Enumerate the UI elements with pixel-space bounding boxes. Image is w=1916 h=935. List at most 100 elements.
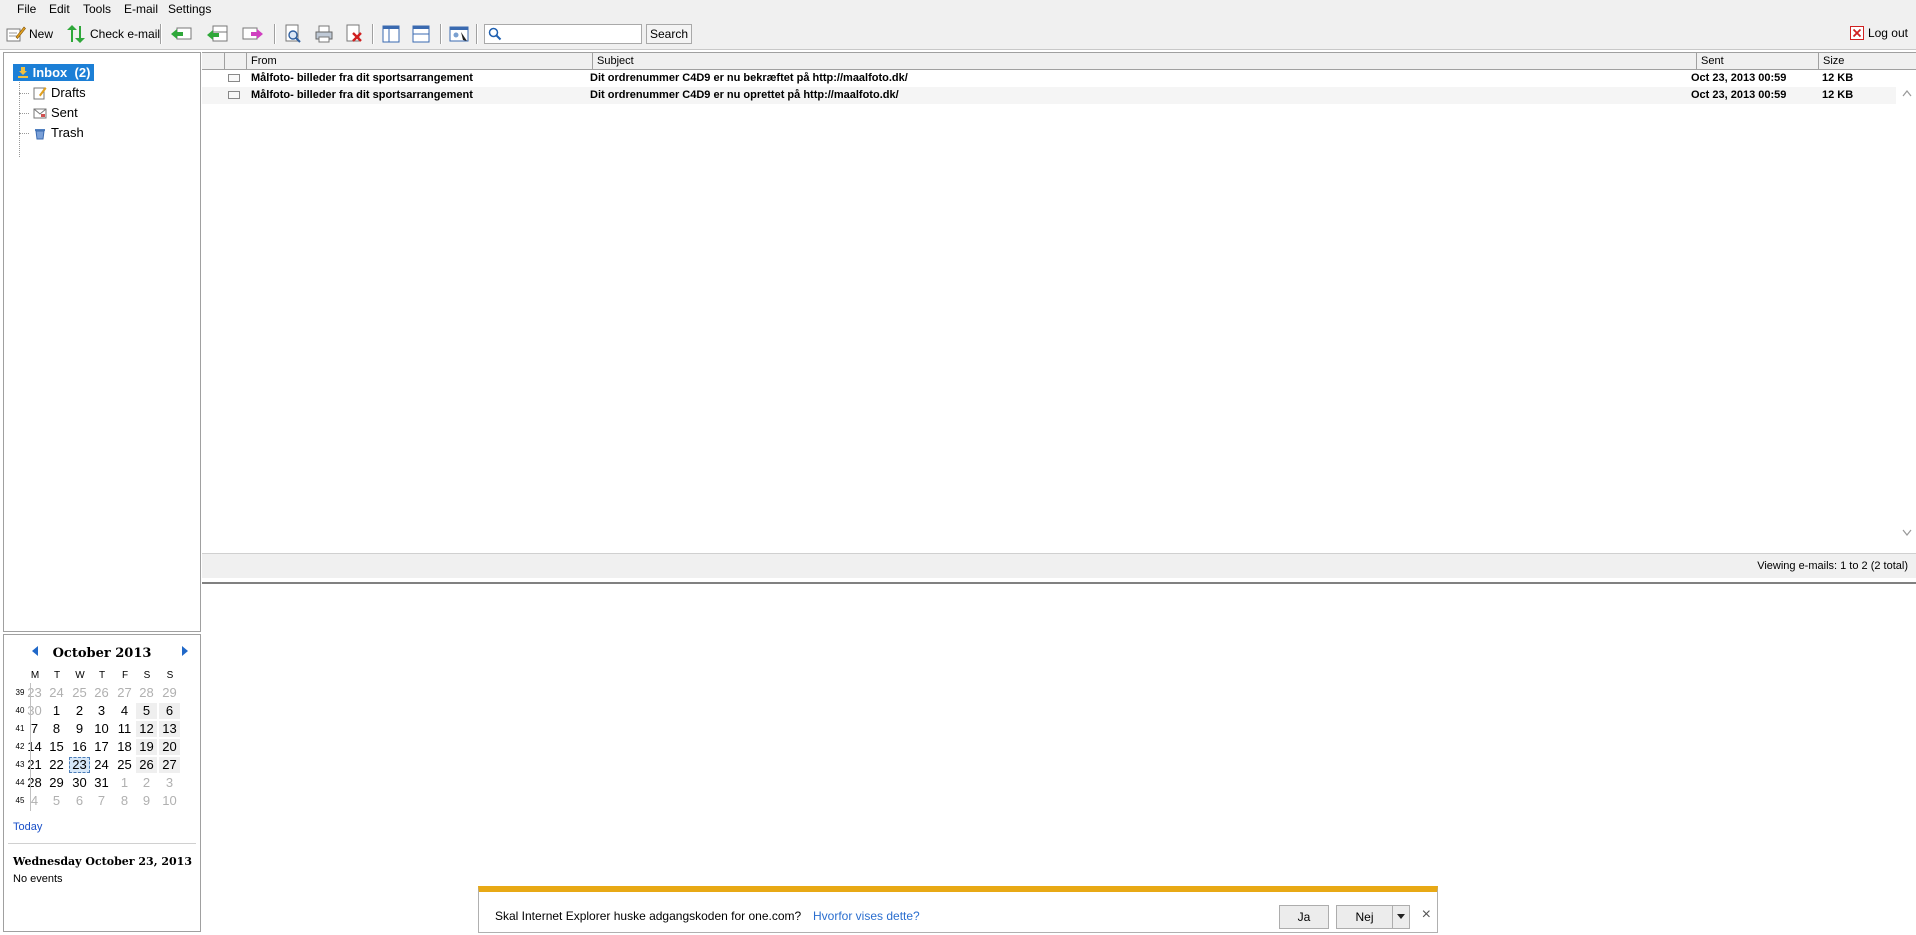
delete-button[interactable] — [343, 23, 365, 45]
calendar-day[interactable]: 4 — [114, 703, 135, 719]
column-subject[interactable]: Subject — [592, 53, 1696, 69]
search-button[interactable]: Search — [646, 24, 692, 44]
calendar-day[interactable]: 2 — [136, 775, 157, 791]
column-select[interactable] — [202, 53, 224, 69]
reply-button[interactable] — [170, 23, 192, 45]
calendar-day[interactable]: 8 — [46, 721, 67, 737]
calendar-day[interactable]: 22 — [46, 757, 67, 773]
calendar-day[interactable]: 12 — [136, 721, 157, 737]
list-scrollbar[interactable] — [1898, 89, 1916, 537]
column-sent[interactable]: Sent — [1696, 53, 1818, 69]
layout-columns-button[interactable] — [380, 23, 402, 45]
calendar-day[interactable]: 20 — [159, 739, 180, 755]
calendar-day[interactable]: 27 — [114, 685, 135, 701]
column-icon[interactable] — [224, 53, 246, 69]
new-button[interactable]: New — [6, 23, 53, 45]
check-email-label: Check e-mail — [90, 27, 161, 41]
calendar-day[interactable]: 31 — [91, 775, 112, 791]
calendar-day[interactable]: 17 — [91, 739, 112, 755]
toolbar: New Check e-mail — [0, 19, 1916, 50]
row-sent: Oct 23, 2013 00:59 — [1691, 72, 1787, 84]
calendar-day[interactable]: 23 — [24, 685, 45, 701]
calendar-day[interactable]: 4 — [24, 793, 45, 809]
calendar-day[interactable]: 5 — [46, 793, 67, 809]
menu-edit[interactable]: Edit — [49, 2, 70, 16]
table-row[interactable]: Målfoto- billeder fra dit sportsarrangem… — [202, 70, 1896, 87]
calendar-day[interactable]: 9 — [69, 721, 90, 737]
calendar-day[interactable]: 3 — [91, 703, 112, 719]
calendar-day[interactable]: 1 — [114, 775, 135, 791]
calendar-day[interactable]: 8 — [114, 793, 135, 809]
calendar-day[interactable]: 14 — [24, 739, 45, 755]
menu-settings[interactable]: Settings — [168, 2, 211, 16]
calendar-day[interactable]: 10 — [159, 793, 180, 809]
toolbar-separator — [372, 24, 374, 44]
row-size: 12 KB — [1822, 72, 1854, 84]
forward-button[interactable] — [242, 23, 264, 45]
why-link[interactable]: Hvorfor vises dette? — [813, 909, 920, 923]
calendar-day[interactable]: 13 — [159, 721, 180, 737]
calendar-day[interactable]: 25 — [114, 757, 135, 773]
calendar-day[interactable]: 26 — [136, 757, 157, 773]
calendar-day[interactable]: 1 — [46, 703, 67, 719]
reply-all-button[interactable] — [206, 23, 228, 45]
calendar-day[interactable]: 18 — [114, 739, 135, 755]
calendar-day[interactable]: 9 — [136, 793, 157, 809]
calendar-day[interactable]: 29 — [159, 685, 180, 701]
close-icon[interactable]: × — [1422, 906, 1431, 924]
address-book-button[interactable] — [448, 23, 470, 45]
calendar-month-title: October 2013 — [52, 646, 152, 661]
calendar-day[interactable]: 6 — [69, 793, 90, 809]
folder-trash[interactable]: Trash — [33, 125, 84, 140]
calendar-day[interactable]: 28 — [136, 685, 157, 701]
calendar-day[interactable]: 24 — [46, 685, 67, 701]
logout-button[interactable]: Log out — [1849, 26, 1908, 40]
calendar-day[interactable]: 19 — [136, 739, 157, 755]
calendar-day[interactable]: 10 — [91, 721, 112, 737]
calendar-day[interactable]: 7 — [91, 793, 112, 809]
layout-rows-button[interactable] — [410, 23, 432, 45]
calendar-day[interactable]: 27 — [159, 757, 180, 773]
folder-drafts[interactable]: Drafts — [33, 85, 86, 100]
column-size[interactable]: Size — [1818, 53, 1916, 69]
menu-email[interactable]: E-mail — [124, 2, 158, 16]
calendar-day[interactable]: 11 — [114, 721, 135, 737]
calendar-day[interactable]: 30 — [24, 703, 45, 719]
calendar-day[interactable]: 3 — [159, 775, 180, 791]
menu-file[interactable]: File — [17, 2, 36, 16]
calendar-day[interactable]: 24 — [91, 757, 112, 773]
calendar-day[interactable]: 2 — [69, 703, 90, 719]
calendar-day[interactable]: 21 — [24, 757, 45, 773]
calendar-day[interactable]: 28 — [24, 775, 45, 791]
calendar-day[interactable]: 5 — [136, 703, 157, 719]
calendar-day[interactable]: 6 — [159, 703, 180, 719]
scroll-down-icon[interactable] — [1902, 529, 1912, 537]
calendar-divider — [8, 843, 196, 844]
today-link[interactable]: Today — [13, 821, 42, 833]
column-from[interactable]: From — [246, 53, 592, 69]
calendar-day[interactable]: 16 — [69, 739, 90, 755]
table-row[interactable]: Målfoto- billeder fra dit sportsarrangem… — [202, 87, 1896, 104]
printer-icon — [315, 25, 333, 43]
toolbar-separator — [440, 24, 442, 44]
yes-button[interactable]: Ja — [1279, 905, 1329, 929]
calendar-day[interactable]: 23 — [69, 757, 90, 773]
folder-inbox[interactable]: Inbox (2) — [13, 64, 95, 81]
layout-columns-icon — [382, 25, 400, 43]
folder-sent[interactable]: Sent — [33, 105, 78, 120]
no-dropdown-button[interactable] — [1392, 905, 1410, 929]
menu-tools[interactable]: Tools — [83, 2, 111, 16]
scroll-up-icon[interactable] — [1902, 89, 1912, 97]
calendar-day[interactable]: 26 — [91, 685, 112, 701]
next-month-icon[interactable] — [182, 646, 188, 656]
search-input[interactable] — [484, 24, 642, 44]
calendar-day[interactable]: 30 — [69, 775, 90, 791]
check-email-button[interactable]: Check e-mail — [65, 23, 160, 45]
print-button[interactable] — [313, 23, 335, 45]
calendar-day[interactable]: 25 — [69, 685, 90, 701]
preview-button[interactable] — [282, 23, 304, 45]
calendar-day[interactable]: 15 — [46, 739, 67, 755]
no-button[interactable]: Nej — [1336, 905, 1393, 929]
calendar-day[interactable]: 29 — [46, 775, 67, 791]
calendar-day[interactable]: 7 — [24, 721, 45, 737]
